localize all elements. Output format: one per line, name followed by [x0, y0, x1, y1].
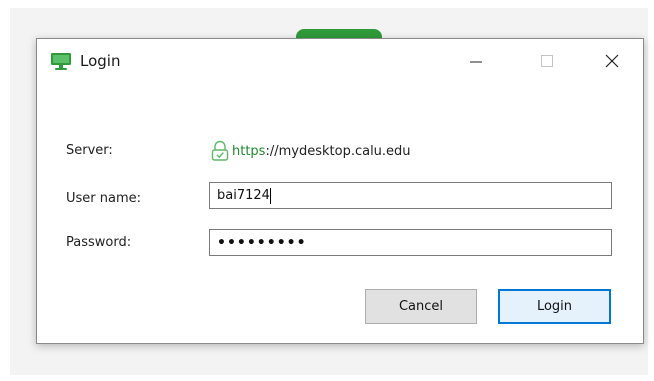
maximize-button[interactable]	[524, 39, 570, 83]
lock-icon	[211, 140, 229, 161]
password-input[interactable]: •••••••••	[209, 229, 612, 256]
minimize-icon	[470, 61, 482, 63]
close-icon	[605, 54, 619, 68]
server-host: ://mydesktop.calu.edu	[265, 143, 411, 159]
server-label: Server:	[66, 143, 113, 158]
close-button[interactable]	[589, 39, 635, 83]
password-label: Password:	[66, 235, 132, 250]
maximize-icon	[541, 55, 553, 67]
minimize-button[interactable]	[453, 39, 499, 83]
cancel-button[interactable]: Cancel	[365, 289, 477, 324]
username-input[interactable]: bai7124	[209, 182, 612, 209]
title-bar[interactable]: Login	[37, 39, 643, 83]
username-value: bai7124	[217, 188, 270, 203]
text-caret	[269, 187, 271, 204]
username-label: User name:	[66, 191, 142, 206]
monitor-icon	[51, 53, 71, 70]
login-dialog: Login Server: https://mydesktop.calu.edu	[36, 38, 644, 344]
window-title: Login	[80, 52, 121, 70]
server-url: https://mydesktop.calu.edu	[210, 139, 411, 163]
login-button[interactable]: Login	[498, 289, 611, 324]
server-scheme: https	[232, 143, 266, 159]
password-value: •••••••••	[217, 234, 307, 251]
